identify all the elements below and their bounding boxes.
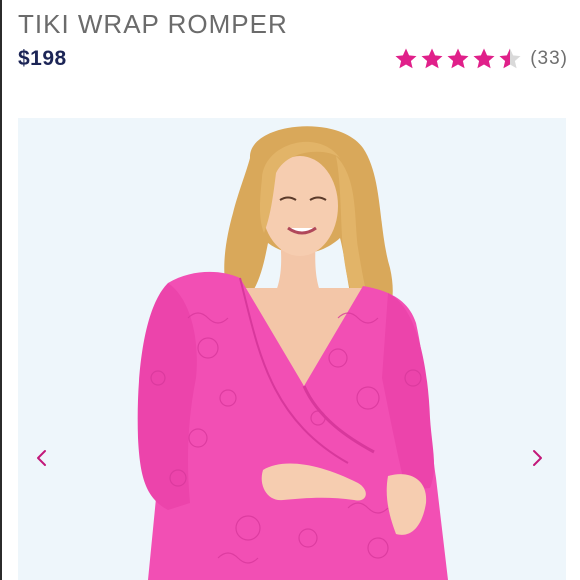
- star-full-icon: [421, 48, 443, 69]
- product-rating[interactable]: (33): [394, 45, 568, 73]
- carousel-next-button[interactable]: [527, 447, 549, 469]
- star-half-icon: [499, 48, 521, 69]
- carousel-prev-button[interactable]: [30, 447, 52, 469]
- star-full-icon: [447, 48, 469, 69]
- product-image-carousel[interactable]: [18, 118, 566, 580]
- chevron-left-icon: [37, 450, 46, 466]
- product-price: $198: [18, 47, 67, 70]
- review-count[interactable]: (33): [530, 48, 568, 70]
- product-photo-model-in-pink-lace-romper: [18, 118, 566, 580]
- left-edge-border: [0, 0, 2, 580]
- product-title: TIKI WRAP ROMPER: [18, 9, 288, 39]
- star-full-icon: [473, 48, 495, 69]
- star-full-icon: [395, 48, 417, 69]
- chevron-right-icon: [533, 450, 542, 466]
